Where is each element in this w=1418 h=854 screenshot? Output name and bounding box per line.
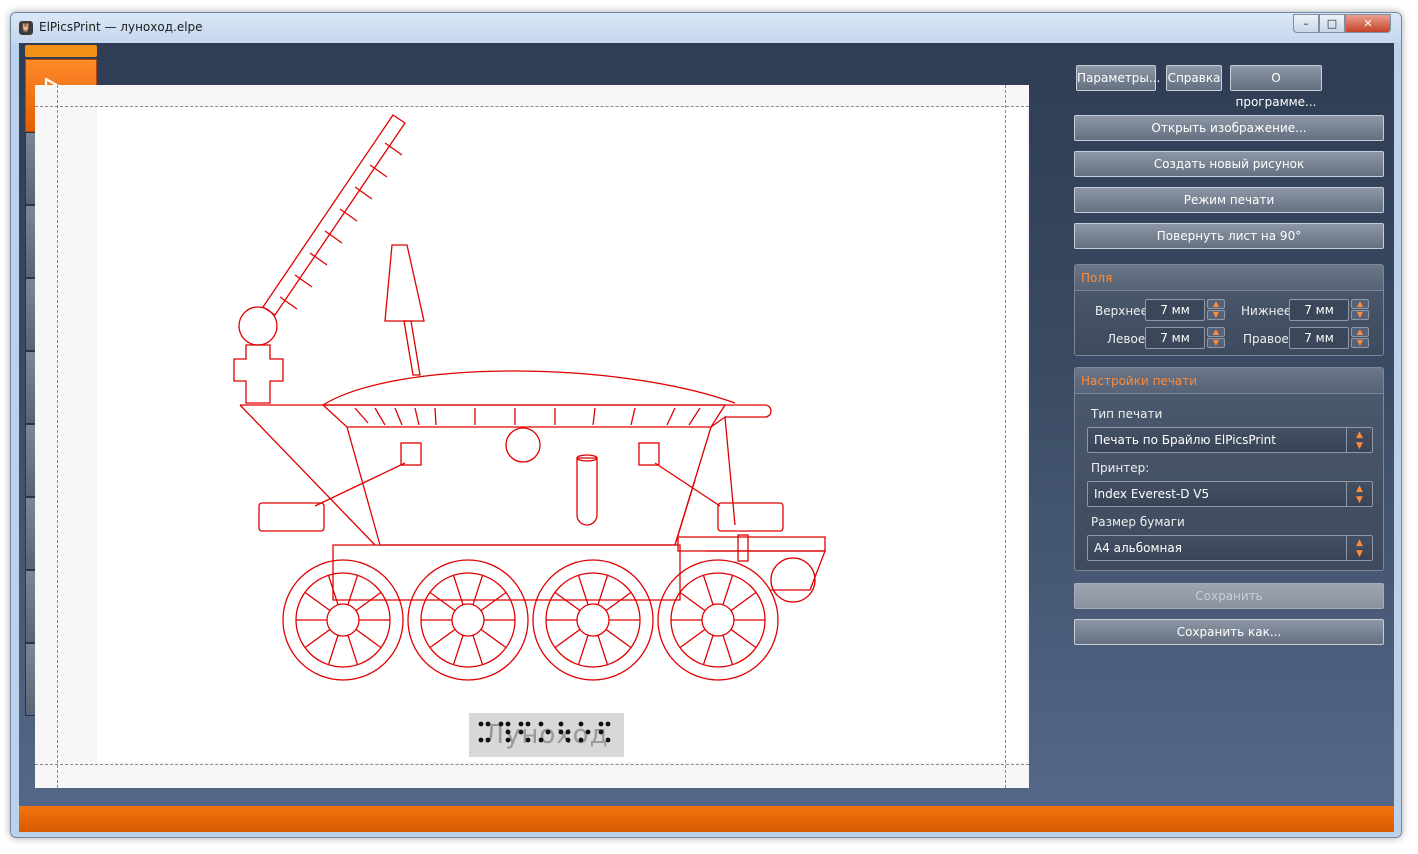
- chevron-down-icon[interactable]: ▼: [1207, 310, 1225, 320]
- chevron-down-icon[interactable]: ▼: [1351, 310, 1369, 320]
- dropdown-arrow-icon[interactable]: ▲ ▼: [1346, 536, 1372, 560]
- chevron-down-icon[interactable]: ▼: [1351, 338, 1369, 348]
- left-margin-label: Левое: [1107, 332, 1146, 346]
- left-margin-stepper[interactable]: ▲ ▼: [1207, 327, 1225, 349]
- top-margin-label: Верхнее: [1095, 304, 1148, 318]
- new-drawing-button[interactable]: Создать новый рисунок: [1074, 151, 1384, 177]
- canvas-area[interactable]: Луноход: [35, 85, 1029, 788]
- close-button[interactable]: ✕: [1345, 14, 1391, 33]
- minimize-button[interactable]: –: [1293, 14, 1319, 33]
- printer-value: Index Everest-D V5: [1094, 487, 1210, 501]
- bottom-margin-label: Нижнее: [1241, 304, 1292, 318]
- settings-button[interactable]: Параметры...: [1076, 65, 1160, 91]
- open-image-button[interactable]: Открыть изображение...: [1074, 115, 1384, 141]
- client-area: Луноход Параметры... Справка О программе…: [19, 43, 1394, 832]
- help-button[interactable]: Справка: [1166, 65, 1222, 91]
- left-margin-field[interactable]: 7 мм: [1145, 327, 1205, 349]
- rotate-sheet-button[interactable]: Повернуть лист на 90°: [1074, 223, 1384, 249]
- print-settings-header: Настройки печати: [1075, 368, 1383, 394]
- printer-label: Принтер:: [1091, 461, 1150, 475]
- owl-icon: 🦉: [19, 21, 33, 35]
- about-button[interactable]: О программе...: [1230, 65, 1322, 109]
- bottom-margin-field[interactable]: 7 мм: [1289, 299, 1349, 321]
- right-margin-field[interactable]: 7 мм: [1289, 327, 1349, 349]
- app-window: 🦉 ElPicsPrint — луноход.elpe – □ ✕ Лунох…: [10, 12, 1402, 838]
- margins-group: Поля Верхнее 7 мм ▲ ▼ Нижнее 7 мм ▲ ▼ Лево…: [1074, 264, 1384, 356]
- window-title: ElPicsPrint — луноход.elpe: [39, 20, 203, 34]
- active-tool-indicator: [25, 45, 97, 57]
- chevron-up-icon[interactable]: ▲: [1351, 327, 1369, 337]
- lunokhod-drawing[interactable]: [35, 85, 1029, 788]
- braille-caption[interactable]: Луноход: [469, 713, 624, 757]
- paper-size-label: Размер бумаги: [1091, 515, 1185, 529]
- save-button[interactable]: Сохранить: [1074, 583, 1384, 609]
- save-as-button[interactable]: Сохранить как...: [1074, 619, 1384, 645]
- paper-size-value: А4 альбомная: [1094, 541, 1182, 555]
- print-settings-group: Настройки печати Тип печати Печать по Бр…: [1074, 367, 1384, 571]
- bottom-margin-stepper[interactable]: ▲ ▼: [1351, 299, 1369, 321]
- maximize-button[interactable]: □: [1319, 14, 1345, 33]
- right-panel: Параметры... Справка О программе... Откр…: [1054, 43, 1394, 803]
- right-margin-stepper[interactable]: ▲ ▼: [1351, 327, 1369, 349]
- printer-select[interactable]: Index Everest-D V5 ▲ ▼: [1087, 481, 1373, 507]
- chevron-up-icon[interactable]: ▲: [1351, 299, 1369, 309]
- title-bar[interactable]: 🦉 ElPicsPrint — луноход.elpe – □ ✕: [11, 13, 1401, 43]
- print-type-label: Тип печати: [1091, 407, 1163, 421]
- dropdown-arrow-icon[interactable]: ▲ ▼: [1346, 428, 1372, 452]
- chevron-up-icon[interactable]: ▲: [1207, 327, 1225, 337]
- top-margin-stepper[interactable]: ▲ ▼: [1207, 299, 1225, 321]
- braille-dots: [478, 721, 611, 743]
- paper-size-select[interactable]: А4 альбомная ▲ ▼: [1087, 535, 1373, 561]
- chevron-down-icon[interactable]: ▼: [1207, 338, 1225, 348]
- status-bar: [19, 806, 1394, 832]
- print-type-value: Печать по Брайлю ElPicsPrint: [1094, 433, 1276, 447]
- margins-header: Поля: [1075, 265, 1383, 291]
- dropdown-arrow-icon[interactable]: ▲ ▼: [1346, 482, 1372, 506]
- print-mode-button[interactable]: Режим печати: [1074, 187, 1384, 213]
- top-margin-field[interactable]: 7 мм: [1145, 299, 1205, 321]
- print-type-select[interactable]: Печать по Брайлю ElPicsPrint ▲ ▼: [1087, 427, 1373, 453]
- right-margin-label: Правое: [1243, 332, 1289, 346]
- chevron-up-icon[interactable]: ▲: [1207, 299, 1225, 309]
